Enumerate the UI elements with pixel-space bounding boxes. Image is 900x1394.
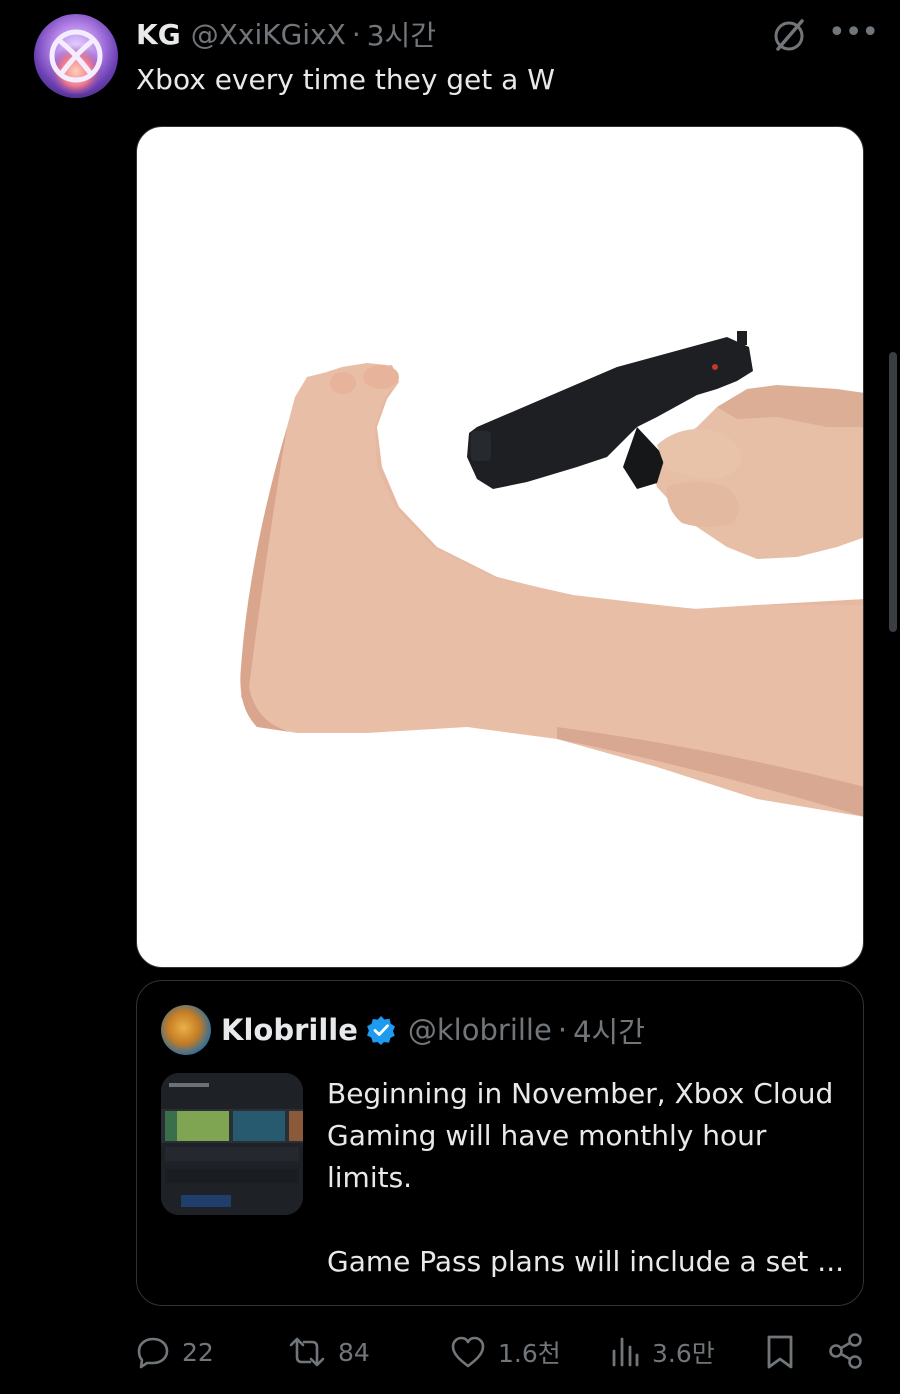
game-pass-screenshot-image [161,1073,303,1215]
bookmark-icon[interactable] [764,1334,796,1370]
grok-icon[interactable] [770,16,808,54]
tweet-timestamp[interactable]: 3시간 [367,14,436,54]
quoted-tweet-text: Beginning in November, Xbox Cloud Gaming… [327,1077,845,1278]
author-display-name[interactable]: KG [136,18,181,51]
quoted-tweet-timestamp[interactable]: 4시간 [573,1009,645,1051]
reply-count: 22 [182,1337,214,1367]
views-button[interactable]: 3.6만 [610,1330,715,1374]
more-options-icon[interactable]: ••• [828,18,879,52]
tweet-media-image[interactable] [136,126,864,968]
repost-count: 84 [338,1337,370,1367]
quoted-author-display-name[interactable]: Klobrille [221,1013,358,1047]
tweet-header: KG @XxiKGixX · 3시간 [136,14,436,54]
meme-image-illustration [240,331,863,817]
share-icon[interactable] [828,1332,864,1370]
quoted-tweet-header: Klobrille @klobrille · 4시간 [221,1009,645,1051]
reply-button[interactable]: 22 [136,1330,214,1374]
author-handle[interactable]: @XxiKGixX [191,18,346,51]
tweet-action-bar: 22 84 1.6천 3.6만 [136,1330,864,1374]
verified-badge-icon [366,1016,395,1045]
tweet-text: Xbox every time they get a W [136,63,555,96]
quoted-tweet-thumbnail[interactable] [161,1073,303,1215]
xbox-logo-icon [46,29,106,94]
repost-icon [289,1337,325,1367]
like-count: 1.6천 [498,1339,561,1368]
separator-dot: · [557,1013,568,1047]
repost-button[interactable]: 84 [288,1330,370,1374]
quoted-author-handle[interactable]: @klobrille [408,1013,552,1047]
like-button[interactable]: 1.6천 [450,1330,561,1374]
views-chart-icon [612,1337,639,1367]
reply-icon [137,1337,169,1369]
quoted-tweet-card[interactable]: Klobrille @klobrille · 4시간 Beginning in … [136,980,864,1306]
views-count: 3.6만 [652,1339,715,1368]
quoted-author-avatar[interactable] [161,1005,211,1055]
scrollbar[interactable] [889,352,897,632]
author-avatar[interactable] [34,14,118,98]
separator-dot: · [351,17,361,51]
heart-icon [451,1336,485,1368]
